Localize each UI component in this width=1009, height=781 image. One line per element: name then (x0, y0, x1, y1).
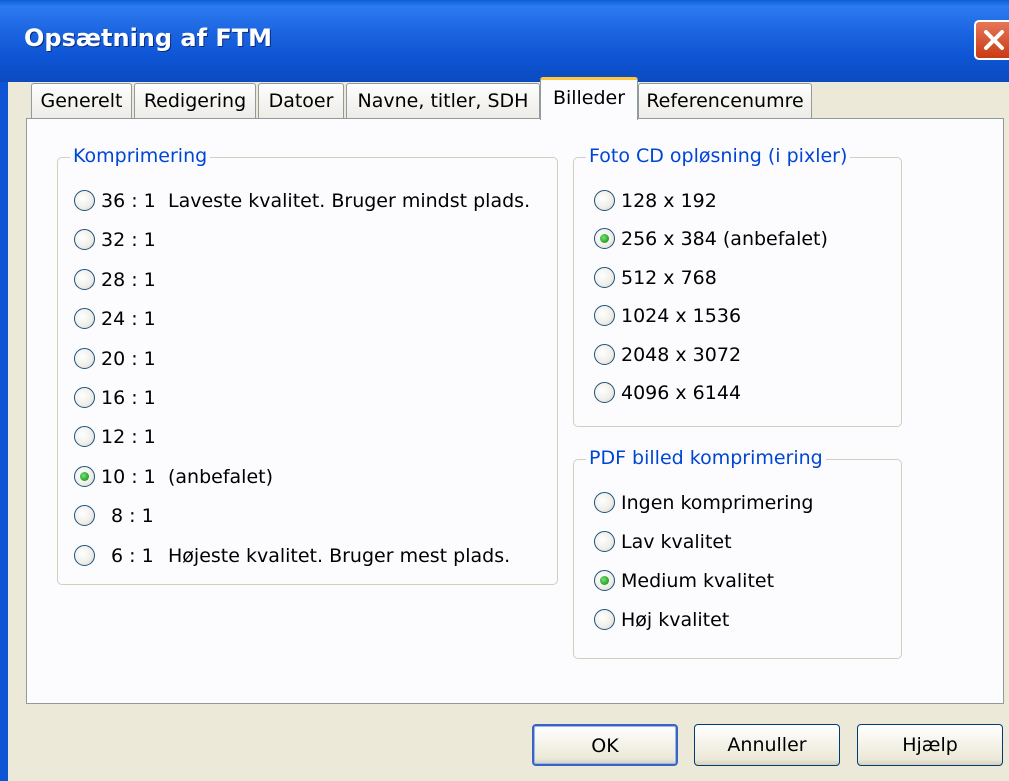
photocd-label: 2048 x 3072 (621, 343, 742, 366)
ok-button[interactable]: OK (532, 724, 678, 766)
radio-button[interactable] (594, 382, 615, 403)
window-title: Opsætning af FTM (24, 24, 273, 52)
radio-button[interactable] (74, 387, 95, 408)
photocd-option[interactable]: 2048 x 3072 (594, 342, 894, 368)
pdf-label: Ingen komprimering (621, 492, 814, 514)
radio-button[interactable] (594, 190, 615, 211)
radio-button[interactable] (594, 266, 615, 288)
compression-ratio: 6 : 1 (111, 544, 154, 567)
title-bar[interactable]: Opsætning af FTM (0, 0, 1009, 82)
photocd-option[interactable]: 1024 x 1536 (594, 303, 894, 329)
compression-option[interactable]: 32 : 1 (74, 227, 544, 253)
pdf-option[interactable]: Høj kvalitet (594, 607, 894, 633)
radio-button[interactable] (594, 492, 615, 513)
tab-generelt[interactable]: Generelt (31, 83, 132, 119)
compression-ratio: 20 : 1 (101, 347, 156, 370)
compression-legend: Komprimering (70, 145, 211, 167)
compression-group: Komprimering 36 : 1 Laveste kvalitet. Bru… (57, 145, 558, 585)
pdf-option[interactable]: Medium kvalitet (594, 568, 894, 594)
compression-ratio: 28 : 1 (101, 268, 156, 291)
pdf-option[interactable]: Lav kvalitet (594, 529, 894, 555)
compression-option[interactable]: 36 : 1 Laveste kvalitet. Bruger mindst pl… (74, 188, 544, 214)
photocd-label: 256 x 384 (anbefalet) (621, 228, 828, 251)
radio-button[interactable] (74, 229, 95, 251)
radio-button[interactable] (594, 570, 615, 591)
compression-option[interactable]: 20 : 1 (74, 346, 544, 372)
radio-button[interactable] (594, 343, 615, 365)
compression-option[interactable]: 10 : 1 (anbefalet) (74, 464, 544, 490)
tab-datoer[interactable]: Datoer (258, 83, 344, 119)
pdf-group: PDF billed komprimering Ingen komprimeri… (573, 447, 902, 659)
compression-ratio: 12 : 1 (101, 426, 156, 449)
photocd-group: Foto CD opløsning (i pixler) 128 x 192 25… (573, 145, 902, 427)
compression-option[interactable]: 12 : 1 (74, 424, 544, 450)
tab-billeder[interactable]: Billeder (540, 77, 638, 120)
pdf-label: Lav kvalitet (621, 531, 732, 553)
compression-option[interactable]: 24 : 1 (74, 306, 544, 332)
pdf-legend: PDF billed komprimering (586, 447, 826, 469)
help-button[interactable]: Hjælp (857, 724, 1003, 766)
pdf-option[interactable]: Ingen komprimering (594, 490, 894, 516)
compression-ratio: 24 : 1 (101, 308, 156, 331)
radio-button[interactable] (74, 268, 95, 290)
compression-option[interactable]: 8 : 1 (74, 503, 544, 529)
tab-navne-titler-sdh[interactable]: Navne, titler, SDH (346, 83, 540, 119)
compression-ratio: 32 : 1 (101, 229, 156, 252)
close-icon (984, 30, 1004, 50)
tab-panel-billeder: Komprimering 36 : 1 Laveste kvalitet. Bru… (26, 118, 1004, 704)
photocd-legend: Foto CD opløsning (i pixler) (586, 145, 851, 167)
photocd-label: 1024 x 1536 (621, 305, 742, 328)
radio-button[interactable] (594, 228, 615, 250)
photocd-label: 128 x 192 (621, 190, 717, 212)
cancel-button[interactable]: Annuller (694, 724, 840, 766)
compression-description: (anbefalet) (168, 465, 274, 488)
pdf-label: Medium kvalitet (621, 570, 775, 592)
radio-button[interactable] (74, 505, 95, 527)
photocd-label: 512 x 768 (621, 266, 717, 289)
photocd-option[interactable]: 512 x 768 (594, 265, 894, 291)
photocd-option[interactable]: 256 x 384 (anbefalet) (594, 226, 894, 252)
compression-ratio: 16 : 1 (101, 387, 156, 409)
compression-ratio: 10 : 1 (101, 465, 156, 488)
photocd-option[interactable]: 4096 x 6144 (594, 380, 894, 406)
compression-description: Laveste kvalitet. Bruger mindst plads. (168, 190, 531, 212)
radio-button[interactable] (594, 609, 615, 630)
radio-button[interactable] (74, 308, 95, 330)
radio-button[interactable] (74, 347, 95, 369)
compression-option[interactable]: 16 : 1 (74, 385, 544, 411)
radio-button[interactable] (594, 305, 615, 327)
radio-button[interactable] (74, 190, 95, 211)
radio-button[interactable] (74, 544, 95, 566)
radio-button[interactable] (594, 531, 615, 552)
compression-ratio: 36 : 1 (101, 190, 156, 212)
compression-description: Højeste kvalitet. Bruger mest plads. (168, 544, 511, 567)
photocd-label: 4096 x 6144 (621, 382, 742, 404)
window-frame-left (0, 82, 8, 781)
pdf-label: Høj kvalitet (621, 609, 730, 631)
photocd-option[interactable]: 128 x 192 (594, 188, 894, 214)
radio-button[interactable] (74, 426, 95, 448)
compression-option[interactable]: 6 : 1 Højeste kvalitet. Bruger mest plads… (74, 543, 544, 569)
compression-ratio: 8 : 1 (111, 505, 154, 528)
tab-redigering[interactable]: Redigering (134, 83, 256, 119)
radio-button[interactable] (74, 465, 95, 487)
close-button[interactable] (974, 20, 1009, 60)
compression-option[interactable]: 28 : 1 (74, 267, 544, 293)
tab-referencenumre[interactable]: Referencenumre (638, 83, 812, 119)
